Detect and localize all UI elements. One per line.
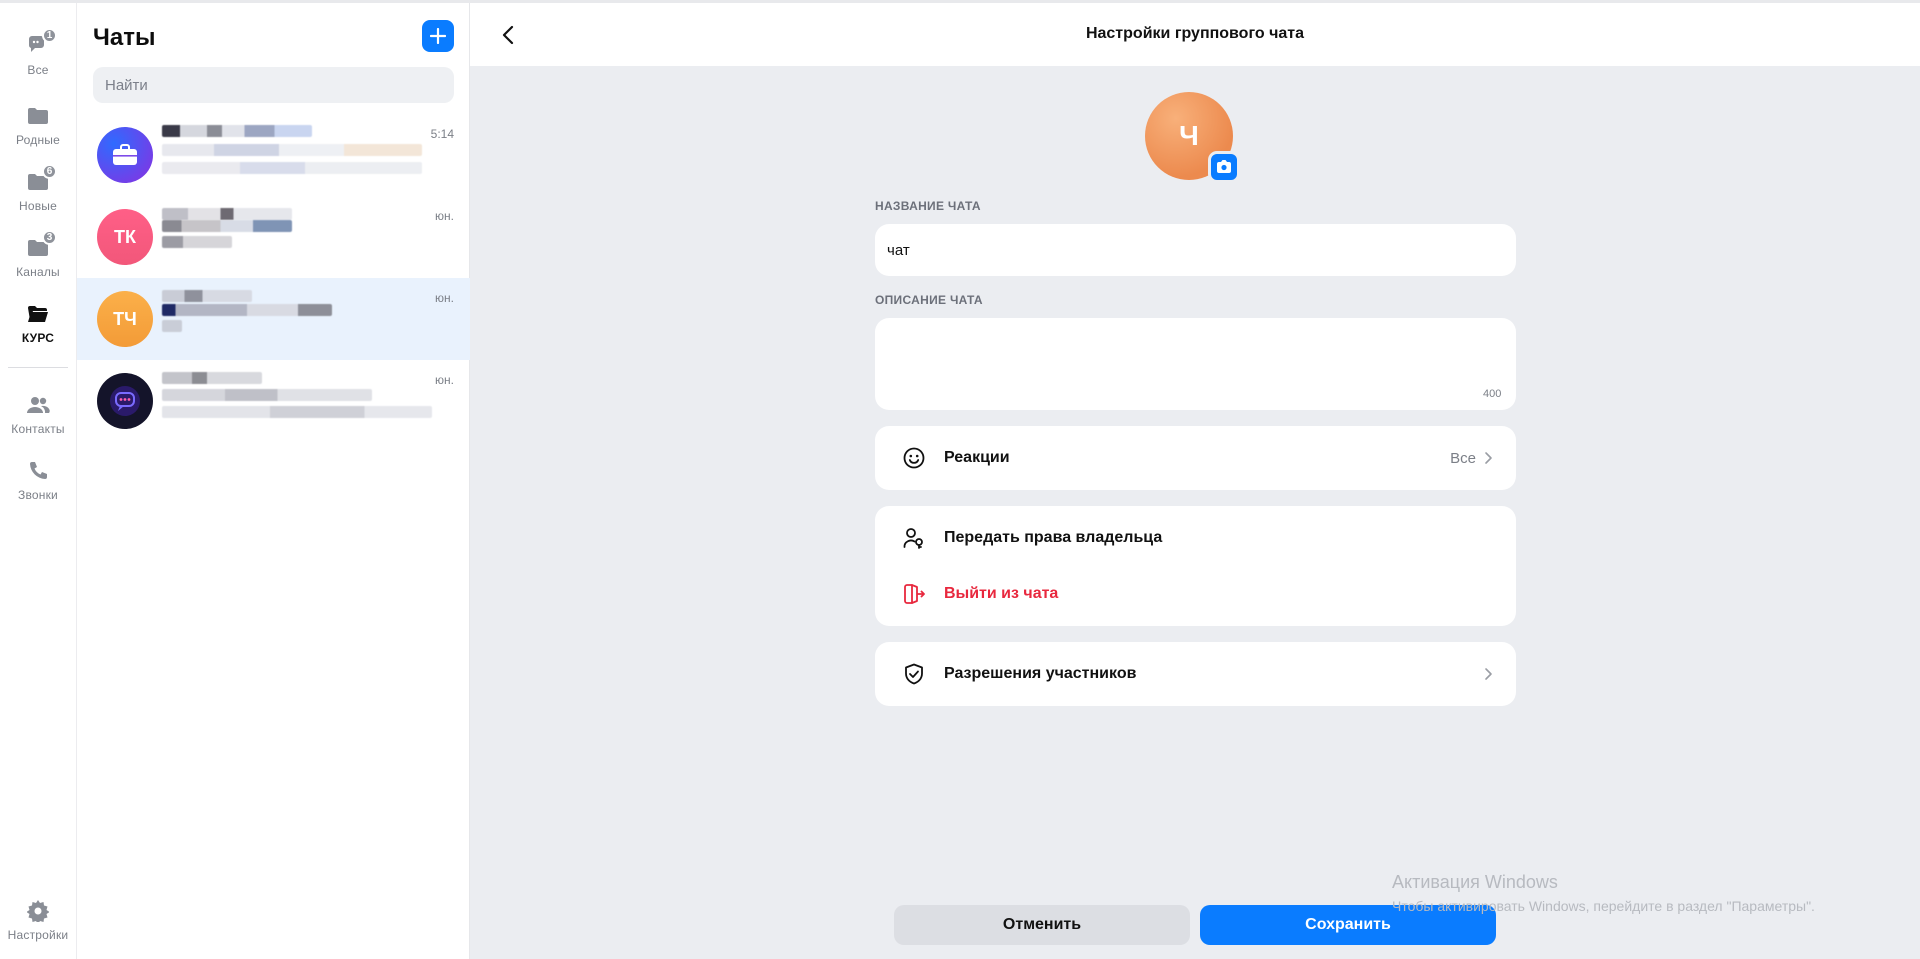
redacted-text: [162, 389, 372, 401]
char-counter: 400: [1483, 388, 1502, 400]
member-permissions-row[interactable]: Разрешения участников: [875, 646, 1516, 702]
chat-description-label: ОПИСАНИЕ ЧАТА: [875, 293, 983, 307]
chat-time: юн.: [435, 209, 454, 223]
redacted-text: [162, 162, 422, 174]
chevron-right-icon: [1485, 668, 1492, 680]
gear-icon: [25, 899, 51, 923]
briefcase-icon: [113, 144, 137, 165]
folder-icon: 3: [25, 230, 57, 260]
redacted-text: [162, 144, 422, 156]
rail-label: Родные: [15, 133, 60, 147]
chat-name-label: НАЗВАНИЕ ЧАТА: [875, 199, 981, 213]
chat-bubbles-icon: 1: [25, 28, 57, 58]
rail-divider: [8, 367, 68, 368]
avatar-letter: Ч: [1179, 120, 1199, 151]
chat-list-item[interactable]: ТК юн.: [77, 196, 470, 278]
chat-avatar: ТЧ: [97, 291, 153, 347]
unread-badge: 6: [42, 164, 57, 179]
unread-badge: 1: [42, 28, 57, 43]
redacted-text: [162, 406, 432, 418]
page-title: Настройки группового чата: [1085, 25, 1305, 42]
rail-item-channels[interactable]: 3 Каналы: [0, 230, 76, 279]
redacted-text: [162, 208, 292, 220]
chat-logo-icon: [110, 386, 140, 416]
reactions-card: Реакции Все: [875, 426, 1516, 490]
settings-header: Настройки группового чата: [470, 3, 1920, 66]
unread-badge: 3: [42, 230, 57, 245]
reactions-value: Все: [1450, 449, 1476, 467]
chat-list-panel: Чаты 5:14 ТК юн. ТЧ: [77, 3, 470, 959]
chat-time: юн.: [435, 373, 454, 387]
watermark-subtitle: Чтобы активировать Windows, перейдите в …: [1392, 898, 1815, 914]
change-photo-button[interactable]: [1208, 151, 1240, 183]
redacted-text: [162, 220, 292, 232]
folder-icon: [25, 104, 51, 128]
rail-label: Настройки: [7, 928, 69, 942]
reactions-row[interactable]: Реакции Все: [875, 430, 1516, 486]
plus-icon: [430, 28, 446, 44]
smile-icon: [902, 446, 926, 470]
rail-item-kurs[interactable]: КУРС: [0, 302, 76, 345]
redacted-text: [162, 236, 232, 248]
redacted-text: [162, 320, 182, 332]
chat-avatar: [97, 373, 153, 429]
rail-item-contacts[interactable]: Контакты: [0, 393, 76, 436]
search-input[interactable]: [93, 67, 454, 103]
chat-list-item[interactable]: ТЧ юн.: [77, 278, 470, 360]
group-settings-pane: Настройки группового чата Ч НАЗВАНИЕ ЧАТ…: [470, 3, 1920, 959]
chat-name-input[interactable]: [875, 224, 1516, 276]
rail-label: Каналы: [16, 265, 60, 279]
people-icon: [25, 393, 51, 417]
transfer-ownership-row[interactable]: Передать права владельца: [875, 510, 1516, 566]
rail-label: Контакты: [11, 422, 65, 436]
chat-avatar: [97, 127, 153, 183]
camera-icon: [1217, 160, 1231, 173]
chat-list-item[interactable]: 5:14: [77, 114, 470, 196]
rail-label: КУРС: [21, 331, 55, 345]
chat-avatar: ТК: [97, 209, 153, 265]
leave-chat-label: Выйти из чата: [944, 585, 1059, 602]
chat-list-item[interactable]: юн.: [77, 360, 470, 442]
windows-activation-watermark: Активация Windows Чтобы активировать Win…: [1392, 872, 1815, 914]
avatar-initials: ТК: [114, 226, 136, 247]
rail-item-new[interactable]: 6 Новые: [0, 164, 76, 213]
redacted-text: [162, 304, 332, 316]
rail-item-all[interactable]: 1 Все: [0, 28, 76, 77]
user-key-icon: [902, 526, 926, 550]
chat-description-input[interactable]: [875, 318, 1516, 410]
folder-rail: 1 Все Родные 6 Новые 3 Каналы КУРС Конта…: [0, 3, 77, 959]
owner-actions-card: Передать права владельца Выйти из чата: [875, 506, 1516, 626]
shield-check-icon: [902, 662, 926, 686]
permissions-card: Разрешения участников: [875, 642, 1516, 706]
avatar-initials: ТЧ: [113, 308, 137, 329]
folder-open-icon: [25, 302, 51, 326]
chat-time: 5:14: [430, 127, 454, 141]
rail-item-settings[interactable]: Настройки: [0, 899, 76, 942]
cancel-button[interactable]: Отменить: [894, 905, 1190, 945]
folder-icon: 6: [25, 164, 57, 194]
redacted-text: [162, 372, 262, 384]
redacted-text: [162, 125, 312, 137]
reactions-label: Реакции: [944, 449, 1010, 466]
permissions-label: Разрешения участников: [944, 665, 1137, 682]
rail-item-family[interactable]: Родные: [0, 104, 76, 147]
chat-time: юн.: [435, 291, 454, 305]
redacted-text: [162, 290, 252, 302]
new-chat-button[interactable]: [422, 20, 454, 52]
rail-label: Все: [27, 63, 49, 77]
phone-icon: [25, 459, 51, 483]
chevron-right-icon: [1485, 452, 1492, 464]
rail-label: Звонки: [18, 488, 58, 502]
rail-item-calls[interactable]: Звонки: [0, 459, 76, 502]
rail-label: Новые: [18, 199, 57, 213]
leave-chat-row[interactable]: Выйти из чата: [875, 566, 1516, 622]
transfer-ownership-label: Передать права владельца: [944, 529, 1163, 546]
exit-icon: [902, 582, 926, 606]
chat-list-title: Чаты: [93, 24, 156, 51]
app-window: 1 Все Родные 6 Новые 3 Каналы КУРС Конта…: [0, 0, 1920, 959]
watermark-title: Активация Windows: [1392, 872, 1558, 892]
